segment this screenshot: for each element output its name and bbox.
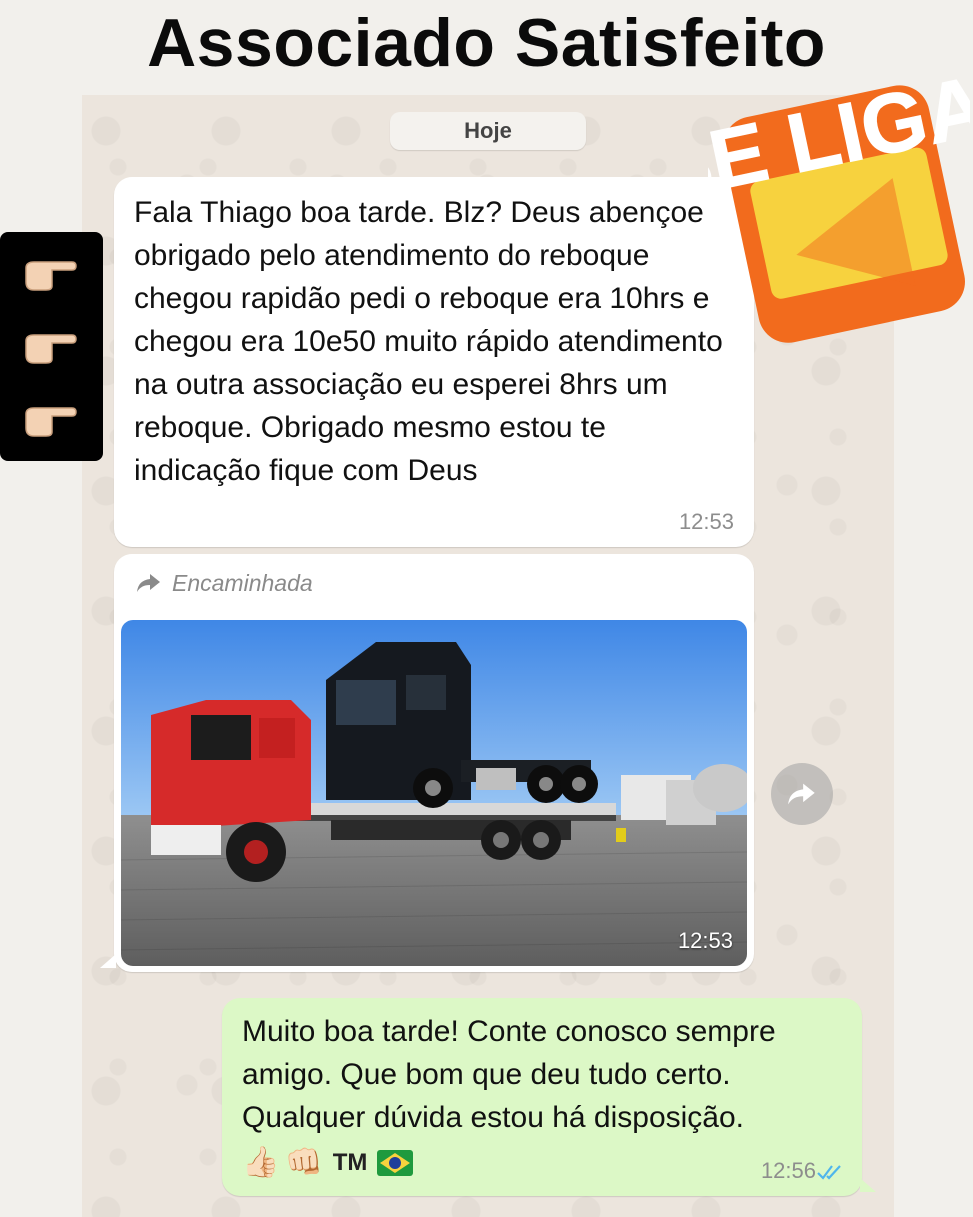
- bubble-tail: [100, 954, 116, 968]
- forwarded-label: Encaminhada: [172, 569, 313, 596]
- signature-initials: TM: [332, 1149, 368, 1176]
- se-liga-sticker: SE LIGA: [708, 70, 970, 343]
- message-text: Fala Thiago boa tarde. Blz? Deus abençoe…: [134, 196, 723, 487]
- message-time: 12:53: [678, 509, 734, 534]
- forwarded-image-message[interactable]: Encaminhada 12:53: [100, 554, 754, 972]
- fist-bump-emoji: 👊🏻: [285, 1145, 323, 1179]
- incoming-message[interactable]: Fala Thiago boa tarde. Blz? Deus abençoe…: [114, 177, 754, 547]
- double-check-icon: [817, 1165, 841, 1180]
- message-photo[interactable]: 12:53: [121, 620, 747, 966]
- brazil-flag-icon: [377, 1149, 414, 1176]
- tow-truck-photo: [121, 620, 747, 966]
- outgoing-message[interactable]: Muito boa tarde! Conte conosco sempre am…: [222, 998, 876, 1196]
- message-time: 12:53: [677, 928, 733, 953]
- share-button[interactable]: [771, 763, 833, 825]
- forwarded-indicator: Encaminhada: [136, 568, 313, 598]
- forward-arrow-icon: [137, 574, 160, 592]
- pointing-hand-icon: [25, 334, 77, 364]
- message-text: Muito boa tarde! Conte conosco sempre am…: [242, 1015, 776, 1134]
- message-time: 12:56: [760, 1158, 816, 1183]
- date-separator: Hoje: [390, 112, 586, 150]
- share-arrow-icon: [788, 783, 815, 805]
- thumbs-up-emoji: 👍🏻: [242, 1145, 280, 1179]
- bubble-tail: [860, 1178, 876, 1192]
- pointing-hand-icon: [25, 261, 77, 291]
- pointing-hand-icon: [25, 407, 77, 437]
- pointer-panel: [0, 232, 103, 461]
